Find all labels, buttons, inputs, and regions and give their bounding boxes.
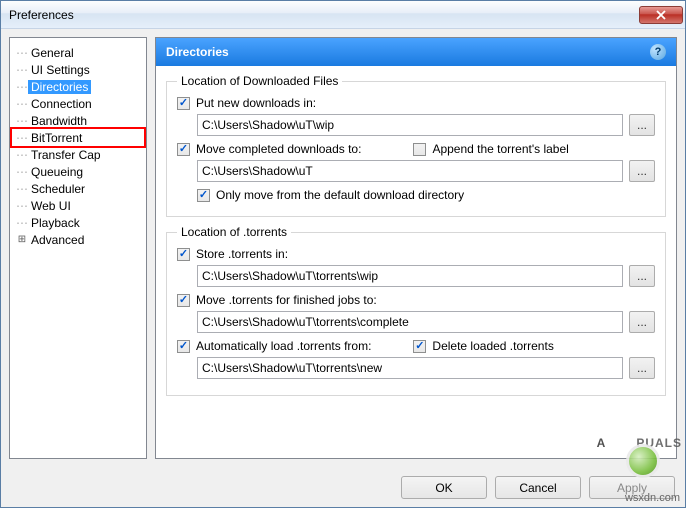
sidebar-item-label: Web UI (28, 199, 74, 213)
checkbox-move-finished[interactable] (177, 294, 190, 307)
sidebar-item-label: Advanced (28, 233, 87, 247)
tree-node-icon: ⋯ (16, 97, 28, 111)
tree-node-icon: ⋯ (16, 131, 28, 145)
sidebar-item-scheduler[interactable]: ⋯Scheduler (12, 180, 144, 197)
sidebar-item-label: Connection (28, 97, 95, 111)
close-icon (656, 10, 666, 20)
tree-node-icon: ⋯ (16, 63, 28, 77)
row-move-completed-path: C:\Users\Shadow\uT ... (197, 160, 655, 182)
dialog-buttons: OK Cancel Apply (1, 467, 685, 507)
titlebar: Preferences (1, 1, 685, 29)
tree-node-icon: ⋯ (16, 46, 28, 60)
sidebar-item-web-ui[interactable]: ⋯Web UI (12, 197, 144, 214)
label-delete-loaded[interactable]: Delete loaded .torrents (432, 339, 553, 353)
tree-node-icon: ⋯ (16, 80, 28, 94)
checkbox-store-torrents[interactable] (177, 248, 190, 261)
sidebar-item-label: Playback (28, 216, 83, 230)
sidebar-item-connection[interactable]: ⋯Connection (12, 95, 144, 112)
panel-body: Location of Downloaded Files Put new dow… (156, 66, 676, 458)
tree-node-icon: ⋯ (16, 199, 28, 213)
row-put-new-downloads: Put new downloads in: (177, 96, 655, 110)
sidebar-item-queueing[interactable]: ⋯Queueing (12, 163, 144, 180)
checkbox-delete-loaded[interactable] (413, 340, 426, 353)
input-auto-load[interactable]: C:\Users\Shadow\uT\torrents\new (197, 357, 623, 379)
category-tree[interactable]: ⋯General ⋯UI Settings ⋯Directories ⋯Conn… (9, 37, 147, 459)
sidebar-item-label: Scheduler (28, 182, 88, 196)
sidebar-item-ui-settings[interactable]: ⋯UI Settings (12, 61, 144, 78)
browse-button-put-new[interactable]: ... (629, 114, 655, 136)
row-auto-load-path: C:\Users\Shadow\uT\torrents\new ... (197, 357, 655, 379)
browse-button-auto-load[interactable]: ... (629, 357, 655, 379)
browse-button-move-completed[interactable]: ... (629, 160, 655, 182)
label-only-move[interactable]: Only move from the default download dire… (216, 188, 464, 202)
panel-header: Directories ? (156, 38, 676, 66)
input-store-torrents[interactable]: C:\Users\Shadow\uT\torrents\wip (197, 265, 623, 287)
close-button[interactable] (639, 6, 683, 24)
sidebar-item-label: BitTorrent (28, 131, 85, 145)
row-put-new-path: C:\Users\Shadow\uT\wip ... (197, 114, 655, 136)
row-auto-load: Automatically load .torrents from: Delet… (177, 339, 655, 353)
row-only-move: Only move from the default download dire… (197, 188, 655, 202)
row-move-completed: Move completed downloads to: Append the … (177, 142, 655, 156)
apply-button[interactable]: Apply (589, 476, 675, 499)
browse-button-store-torrents[interactable]: ... (629, 265, 655, 287)
sidebar-item-label: Bandwidth (28, 114, 90, 128)
sidebar-item-directories[interactable]: ⋯Directories (12, 78, 144, 95)
label-move-finished[interactable]: Move .torrents for finished jobs to: (196, 293, 377, 307)
sidebar-item-label: UI Settings (28, 63, 93, 77)
content-panel: Directories ? Location of Downloaded Fil… (155, 37, 677, 459)
browse-button-move-finished[interactable]: ... (629, 311, 655, 333)
sidebar-item-advanced[interactable]: ⊞Advanced (12, 231, 144, 248)
sidebar-item-label: Directories (28, 80, 91, 94)
checkbox-put-new-downloads[interactable] (177, 97, 190, 110)
row-store-torrents: Store .torrents in: (177, 247, 655, 261)
checkbox-only-move[interactable] (197, 189, 210, 202)
window-title: Preferences (9, 8, 639, 22)
panel-title: Directories (166, 45, 229, 59)
sidebar-item-playback[interactable]: ⋯Playback (12, 214, 144, 231)
checkbox-append-label[interactable] (413, 143, 426, 156)
expand-icon[interactable]: ⊞ (16, 235, 28, 245)
dialog-body: ⋯General ⋯UI Settings ⋯Directories ⋯Conn… (1, 29, 685, 467)
sidebar-item-bandwidth[interactable]: ⋯Bandwidth (12, 112, 144, 129)
sidebar-item-label: General (28, 46, 77, 60)
group-legend: Location of .torrents (177, 225, 291, 239)
label-move-completed[interactable]: Move completed downloads to: (196, 142, 361, 156)
sidebar-item-transfer-cap[interactable]: ⋯Transfer Cap (12, 146, 144, 163)
input-move-completed[interactable]: C:\Users\Shadow\uT (197, 160, 623, 182)
sidebar-item-bittorrent[interactable]: ⋯BitTorrent (12, 129, 144, 146)
label-auto-load[interactable]: Automatically load .torrents from: (196, 339, 371, 353)
label-append-label[interactable]: Append the torrent's label (432, 142, 568, 156)
cancel-button[interactable]: Cancel (495, 476, 581, 499)
input-move-finished[interactable]: C:\Users\Shadow\uT\torrents\complete (197, 311, 623, 333)
help-button[interactable]: ? (650, 44, 666, 60)
tree-node-icon: ⋯ (16, 165, 28, 179)
label-put-new-downloads[interactable]: Put new downloads in: (196, 96, 316, 110)
tree-node-icon: ⋯ (16, 182, 28, 196)
ok-button[interactable]: OK (401, 476, 487, 499)
input-put-new-downloads[interactable]: C:\Users\Shadow\uT\wip (197, 114, 623, 136)
checkbox-move-completed[interactable] (177, 143, 190, 156)
label-store-torrents[interactable]: Store .torrents in: (196, 247, 288, 261)
row-store-torrents-path: C:\Users\Shadow\uT\torrents\wip ... (197, 265, 655, 287)
group-downloaded-files: Location of Downloaded Files Put new dow… (166, 74, 666, 217)
group-torrents-location: Location of .torrents Store .torrents in… (166, 225, 666, 396)
preferences-window: Preferences ⋯General ⋯UI Settings ⋯Direc… (0, 0, 686, 508)
group-legend: Location of Downloaded Files (177, 74, 342, 88)
sidebar-item-label: Transfer Cap (28, 148, 104, 162)
tree-node-icon: ⋯ (16, 114, 28, 128)
row-move-finished: Move .torrents for finished jobs to: (177, 293, 655, 307)
tree-node-icon: ⋯ (16, 148, 28, 162)
tree-node-icon: ⋯ (16, 216, 28, 230)
sidebar-item-general[interactable]: ⋯General (12, 44, 144, 61)
sidebar-item-label: Queueing (28, 165, 86, 179)
row-move-finished-path: C:\Users\Shadow\uT\torrents\complete ... (197, 311, 655, 333)
checkbox-auto-load[interactable] (177, 340, 190, 353)
